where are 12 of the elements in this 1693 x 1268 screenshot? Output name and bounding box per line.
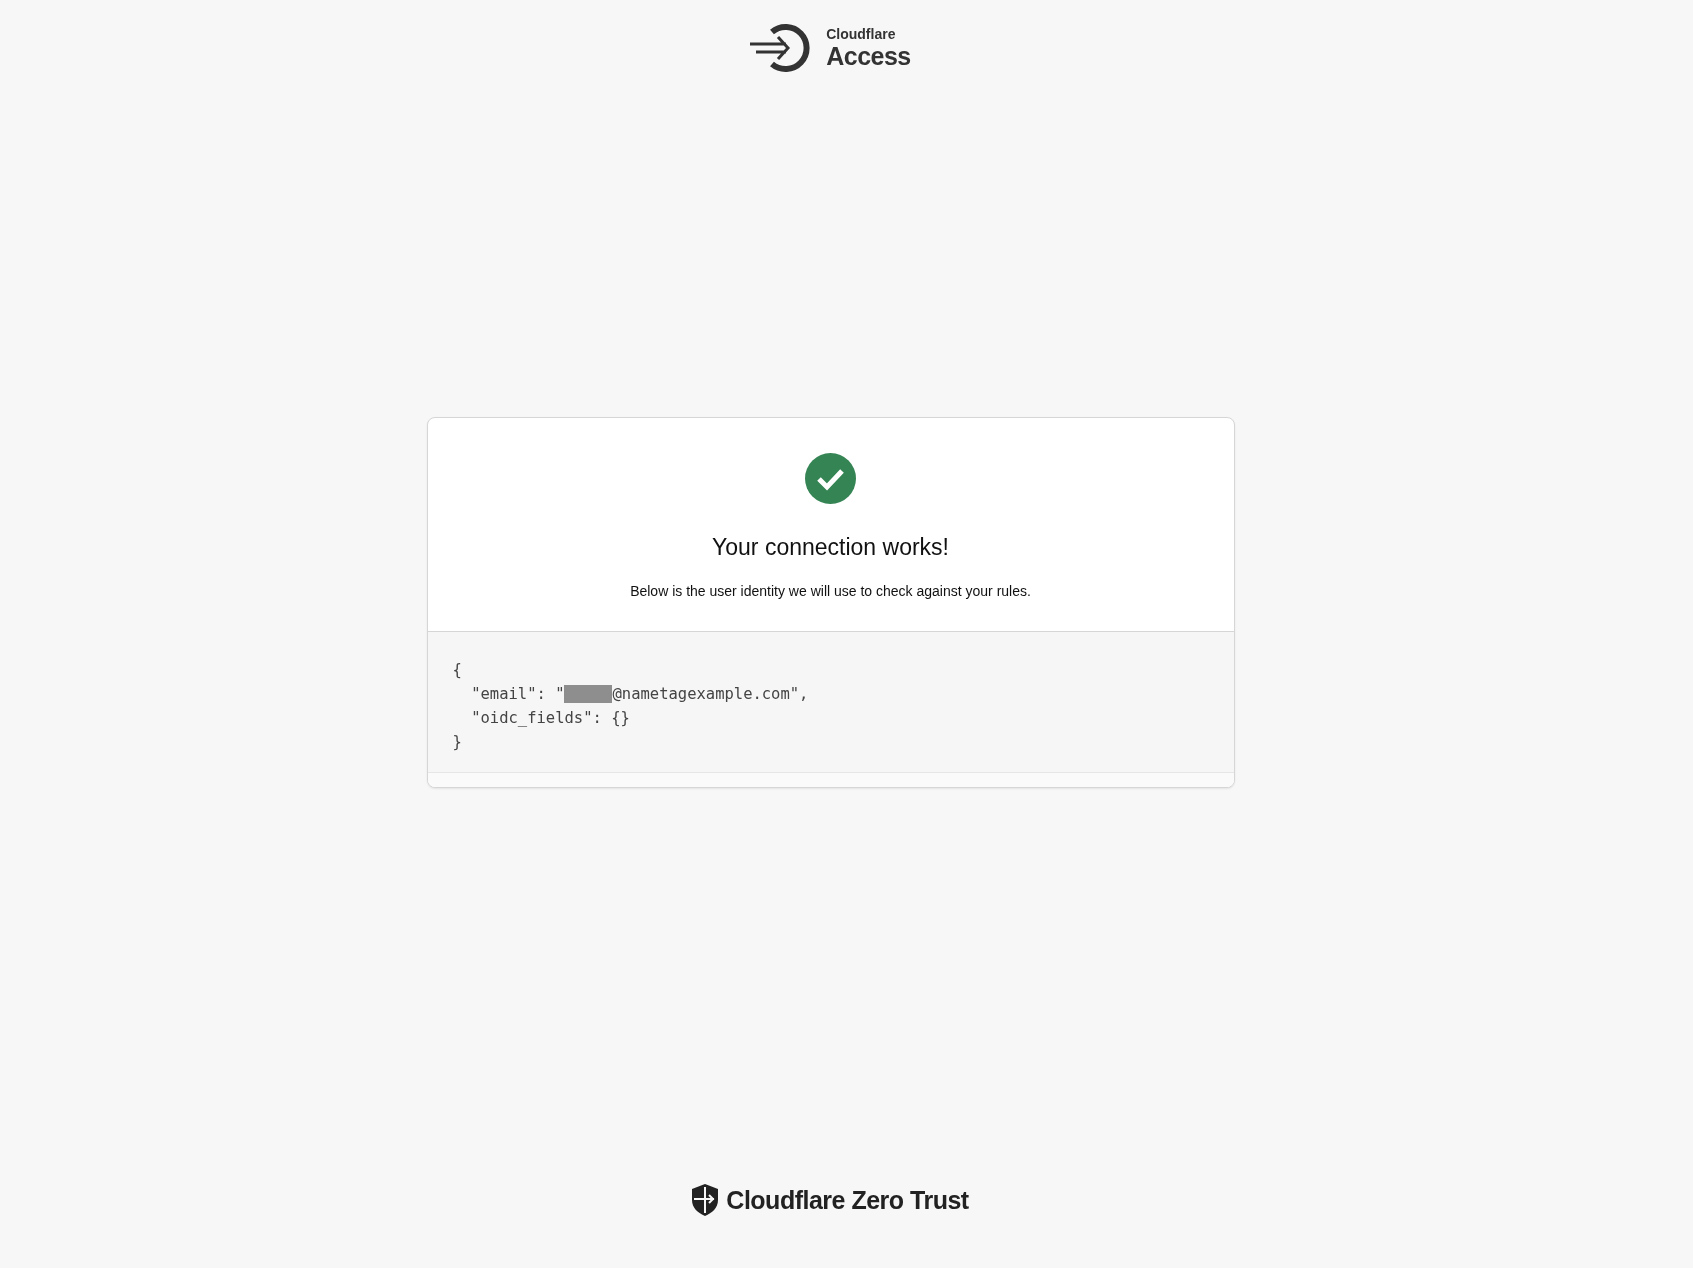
- code-line: "oidc_fields": {}: [470, 708, 631, 729]
- code-text: "email": ": [470, 684, 565, 705]
- code-line: {: [452, 660, 463, 681]
- result-description: Below is the user identity we will use to check against your rules.: [630, 583, 1031, 599]
- arrow-circle-icon: [750, 22, 813, 74]
- footer-brand: Cloudflare Zero Trust: [726, 1185, 969, 1215]
- code-line: }: [452, 732, 463, 753]
- code-text: @nametagexample.com",: [612, 684, 809, 705]
- result-title: Your connection works!: [712, 534, 949, 561]
- shield-icon: [692, 1184, 719, 1216]
- brand-title: Access: [826, 44, 911, 69]
- brand-subtitle: Cloudflare: [826, 27, 897, 41]
